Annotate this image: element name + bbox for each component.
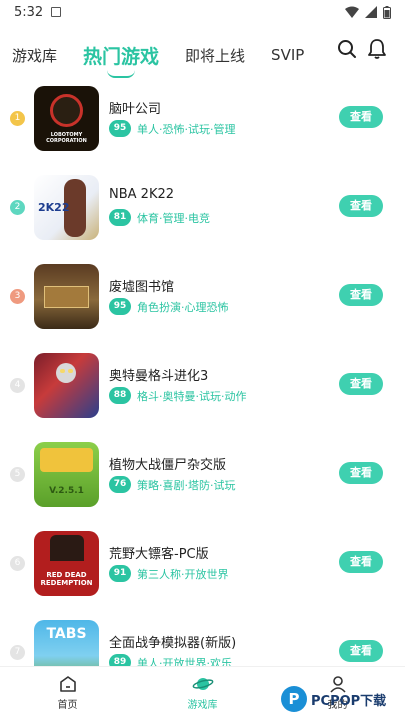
view-button[interactable]: 查看: [339, 373, 383, 395]
view-button[interactable]: 查看: [339, 284, 383, 306]
game-name: 植物大战僵尸杂交版: [109, 458, 227, 473]
bell-icon[interactable]: [367, 38, 387, 60]
status-time: 5:32: [14, 4, 44, 20]
watermark-logo: P: [281, 686, 307, 712]
cover-title: 2K22: [38, 201, 70, 214]
cover-title: RED DEAD REDEMPTION: [40, 571, 93, 587]
view-button[interactable]: 查看: [339, 195, 383, 217]
rank-badge: 2: [10, 200, 25, 215]
notification-icon: [51, 7, 62, 17]
game-tags: 第三人称·开放世界: [137, 567, 229, 581]
wifi-icon: [345, 6, 359, 18]
status-bar: 5:32: [0, 0, 405, 24]
game-tags: 单人·恐怖·试玩·管理: [137, 122, 236, 136]
rank-badge: 5: [10, 467, 25, 482]
game-tags: 格斗·奥特曼·试玩·动作: [137, 389, 247, 403]
nav-game-library[interactable]: 游戏库: [135, 667, 270, 720]
battery-icon: [383, 5, 391, 19]
game-tags: 角色扮演·心理恐怖: [137, 300, 229, 314]
score-badge: 76: [109, 476, 131, 493]
game-row[interactable]: 2 2K22 NBA 2K22 81 体育·管理·电竞 查看: [0, 173, 405, 262]
watermark-text: PCPOP下载: [311, 693, 387, 709]
rank-badge: 6: [10, 556, 25, 571]
game-row[interactable]: 5 V.2.5.1 植物大战僵尸杂交版 76 策略·喜剧·塔防·试玩 查看: [0, 440, 405, 529]
rank-badge: 3: [10, 289, 25, 304]
game-name: 全面战争模拟器(新版): [109, 636, 237, 651]
view-button[interactable]: 查看: [339, 551, 383, 573]
game-name: 脑叶公司: [109, 102, 162, 117]
tab-coming-soon[interactable]: 即将上线: [185, 45, 245, 66]
game-name: 荒野大镖客-PC版: [109, 547, 209, 562]
game-tags: 策略·喜剧·塔防·试玩: [137, 478, 236, 492]
game-name: 奥特曼格斗进化3: [109, 369, 209, 384]
tab-hot-games[interactable]: 热门游戏: [83, 42, 159, 78]
score-badge: 95: [109, 120, 131, 137]
game-row[interactable]: 6 RED DEAD REDEMPTION 荒野大镖客-PC版 91 第三人称·…: [0, 529, 405, 618]
rank-badge: 1: [10, 111, 25, 126]
game-meta: 81 体育·管理·电竞: [109, 209, 210, 226]
game-meta: 88 格斗·奥特曼·试玩·动作: [109, 387, 247, 404]
game-name: 废墟图书馆: [109, 280, 175, 295]
rank-badge: 7: [10, 645, 25, 660]
game-row[interactable]: 1 LOBOTOMY CORPORATION 脑叶公司 95 单人·恐怖·试玩·…: [0, 84, 405, 173]
nav-home-label: 首页: [57, 700, 78, 711]
nav-game-library-label: 游戏库: [187, 700, 218, 711]
signal-icon: [365, 6, 377, 18]
game-name: NBA 2K22: [109, 187, 175, 202]
cover-title: V.2.5.1: [49, 486, 84, 496]
score-badge: 95: [109, 298, 131, 315]
game-meta: 76 策略·喜剧·塔防·试玩: [109, 476, 236, 493]
search-icon[interactable]: [337, 39, 357, 59]
view-button[interactable]: 查看: [339, 640, 383, 662]
game-row[interactable]: 3 废墟图书馆 95 角色扮演·心理恐怖 查看: [0, 262, 405, 351]
view-button[interactable]: 查看: [339, 106, 383, 128]
game-row[interactable]: 4 奥特曼格斗进化3 88 格斗·奥特曼·试玩·动作 查看: [0, 351, 405, 440]
cover-title: LOBOTOMY CORPORATION: [46, 132, 87, 144]
score-badge: 88: [109, 387, 131, 404]
game-cover[interactable]: V.2.5.1: [34, 442, 99, 507]
status-icons: [345, 5, 391, 19]
view-button[interactable]: 查看: [339, 462, 383, 484]
header-actions: [337, 38, 387, 60]
cover-title: TABS: [46, 626, 87, 642]
tab-game-library[interactable]: 游戏库: [12, 45, 57, 66]
active-tab-indicator: [107, 70, 136, 78]
nav-home[interactable]: 首页: [0, 667, 135, 720]
game-cover[interactable]: [34, 353, 99, 418]
planet-icon: [192, 678, 213, 690]
score-badge: 91: [109, 565, 131, 582]
home-icon: [59, 676, 76, 692]
game-cover[interactable]: LOBOTOMY CORPORATION: [34, 86, 99, 151]
game-cover[interactable]: [34, 264, 99, 329]
game-cover[interactable]: RED DEAD REDEMPTION: [34, 531, 99, 596]
score-badge: 81: [109, 209, 131, 226]
game-cover[interactable]: 2K22: [34, 175, 99, 240]
game-meta: 91 第三人称·开放世界: [109, 565, 229, 582]
watermark: P PCPOP下载: [281, 684, 405, 714]
game-meta: 95 角色扮演·心理恐怖: [109, 298, 229, 315]
game-meta: 95 单人·恐怖·试玩·管理: [109, 120, 236, 137]
hot-games-list: 1 LOBOTOMY CORPORATION 脑叶公司 95 单人·恐怖·试玩·…: [0, 84, 405, 707]
game-tags: 体育·管理·电竞: [137, 211, 210, 225]
tab-svip[interactable]: SVIP: [271, 46, 304, 64]
rank-badge: 4: [10, 378, 25, 393]
